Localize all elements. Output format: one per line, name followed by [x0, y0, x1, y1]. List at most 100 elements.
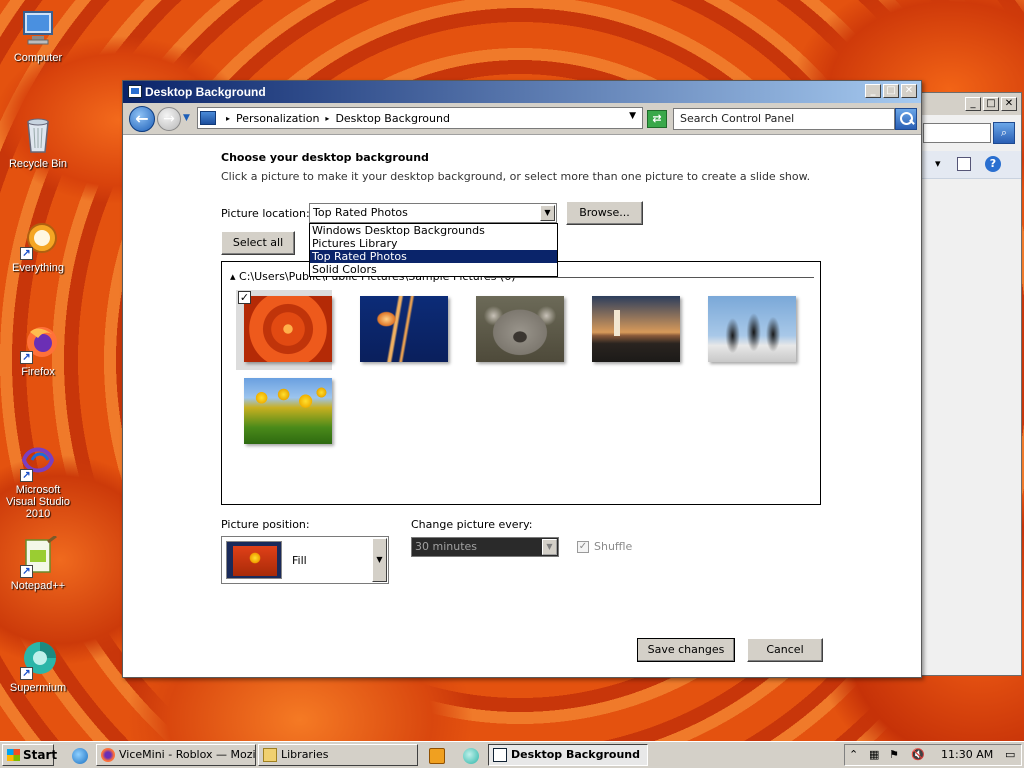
shuffle-label: Shuffle: [594, 540, 633, 553]
supermium-icon[interactable]: [463, 748, 479, 764]
thumbnail-tulips[interactable]: [236, 372, 332, 452]
control-panel-icon: [493, 748, 507, 762]
start-button[interactable]: Start: [2, 744, 58, 766]
chevron-down-icon[interactable]: ▼: [540, 205, 555, 221]
shortcut-arrow-icon: ↗: [20, 565, 33, 578]
recycle-bin-icon: [18, 114, 58, 154]
checkbox-checked-icon[interactable]: ✓: [238, 291, 251, 304]
system-tray: ⌃ ▦ ⚑ 🔇 11:30 AM ▭: [844, 744, 1022, 766]
preview-pane-icon[interactable]: [957, 157, 971, 171]
dropdown-option[interactable]: Windows Desktop Backgrounds: [310, 224, 557, 237]
background-window-titlebar[interactable]: _ □ ✕: [919, 93, 1021, 115]
breadcrumb-desktop-background[interactable]: Desktop Background: [335, 112, 450, 125]
network-icon[interactable]: ▦: [869, 748, 879, 761]
checkbox-checked-icon[interactable]: ✓: [577, 540, 589, 553]
background-search-input[interactable]: [923, 123, 991, 143]
browse-button[interactable]: Browse...: [566, 201, 643, 225]
thumbnail-chrysanthemum[interactable]: ✓: [236, 290, 332, 370]
minimize-button[interactable]: _: [865, 84, 881, 98]
chevron-down-icon[interactable]: ▼: [372, 538, 387, 582]
control-panel-icon: [128, 85, 142, 98]
background-window[interactable]: _ □ ✕ ⌕ ▾ ?: [918, 92, 1022, 676]
select-all-button[interactable]: Select all: [221, 231, 295, 255]
start-label: Start: [23, 748, 58, 762]
chevron-down-icon[interactable]: ▾: [935, 157, 941, 170]
breadcrumb[interactable]: ▸ Personalization ▸ Desktop Background ▼: [197, 107, 643, 129]
action-center-flag-icon[interactable]: ⚑: [889, 748, 899, 761]
group-divider: [484, 277, 814, 278]
picture-location-dropdown[interactable]: Windows Desktop Backgrounds Pictures Lib…: [309, 223, 558, 277]
taskbar-item-firefox[interactable]: ViceMini - Roblox — Mozil...: [96, 744, 256, 766]
save-changes-button[interactable]: Save changes: [637, 638, 735, 662]
thumbnail-image: [244, 378, 332, 444]
cancel-button[interactable]: Cancel: [747, 638, 823, 662]
close-button[interactable]: ✕: [901, 84, 917, 98]
taskbar-item-libraries[interactable]: Libraries: [258, 744, 418, 766]
forward-arrow-icon[interactable]: →: [157, 107, 181, 131]
maximize-button[interactable]: □: [983, 97, 999, 111]
desktop-icon-supermium[interactable]: ↗ Supermium: [4, 638, 72, 694]
search-input[interactable]: Search Control Panel: [673, 108, 895, 130]
history-dropdown-icon[interactable]: ▼: [183, 113, 193, 123]
thumbnail-jellyfish[interactable]: [352, 290, 448, 370]
thumbnail-penguins[interactable]: [700, 290, 796, 370]
thumbnail-image: [592, 296, 680, 362]
back-arrow-icon[interactable]: ←: [129, 106, 155, 132]
thumbnail-lighthouse[interactable]: [584, 290, 680, 370]
volume-muted-icon[interactable]: 🔇: [911, 748, 925, 761]
shuffle-checkbox[interactable]: ✓ Shuffle: [577, 540, 632, 553]
breadcrumb-separator-icon[interactable]: ▸: [325, 114, 329, 123]
desktop-icon-label: Recycle Bin: [8, 158, 68, 170]
picture-location-select[interactable]: Top Rated Photos ▼: [309, 203, 557, 223]
task-label: Libraries: [281, 748, 329, 761]
computer-icon: [18, 8, 58, 48]
minimize-button[interactable]: _: [965, 97, 981, 111]
thumbnail-image: [360, 296, 448, 362]
desktop-icon-visual-studio[interactable]: ↗ Microsoft Visual Studio 2010: [4, 440, 72, 520]
firefox-icon: [101, 748, 115, 762]
change-interval-value: 30 minutes: [415, 540, 478, 553]
task-label: Desktop Background: [511, 748, 641, 761]
dropdown-option-selected[interactable]: Top Rated Photos: [310, 250, 557, 263]
desktop-icon-firefox[interactable]: ↗ Firefox: [4, 322, 72, 378]
show-desktop-icon[interactable]: ▭: [1005, 748, 1015, 761]
change-interval-select[interactable]: 30 minutes ▼: [411, 537, 559, 557]
picture-location-value: Top Rated Photos: [313, 206, 408, 219]
search-icon[interactable]: ⌕: [993, 122, 1015, 144]
dropdown-option[interactable]: Solid Colors: [310, 263, 557, 276]
everything-icon: ↗: [18, 218, 58, 260]
chevron-down-icon[interactable]: ▼: [542, 539, 557, 555]
window-title: Desktop Background: [145, 85, 266, 99]
shortcut-arrow-icon: ↗: [20, 247, 33, 260]
supermium-icon: ↗: [18, 638, 58, 680]
collapse-triangle-icon[interactable]: ▴: [230, 270, 236, 283]
dropdown-option[interactable]: Pictures Library: [310, 237, 557, 250]
folder-icon: [263, 748, 277, 762]
desktop-icon-recycle-bin[interactable]: Recycle Bin: [4, 114, 72, 170]
close-button[interactable]: ✕: [1001, 97, 1017, 111]
desktop-icon-notepad-plus-plus[interactable]: ↗ Notepad++: [4, 534, 72, 592]
internet-explorer-icon[interactable]: [72, 748, 88, 764]
chevron-down-icon[interactable]: ▼: [629, 111, 636, 121]
main-content: Choose your desktop background Click a p…: [221, 151, 825, 584]
thumbnail-koala[interactable]: [468, 290, 564, 370]
shortcut-arrow-icon: ↗: [20, 351, 33, 364]
picture-position-select[interactable]: Fill ▼: [221, 536, 389, 584]
search-icon[interactable]: [895, 108, 917, 130]
window-titlebar[interactable]: Desktop Background _ □ ✕: [123, 81, 921, 103]
breadcrumb-separator-icon[interactable]: ▸: [226, 114, 230, 123]
visual-studio-icon: ↗: [18, 440, 58, 482]
media-player-icon[interactable]: [429, 748, 445, 764]
help-icon[interactable]: ?: [985, 156, 1001, 172]
show-hidden-icons-icon[interactable]: ⌃: [849, 748, 858, 761]
clock[interactable]: 11:30 AM: [941, 748, 993, 761]
change-interval-label: Change picture every:: [411, 518, 533, 531]
maximize-button[interactable]: □: [883, 84, 899, 98]
desktop-icon-everything[interactable]: ↗ Everything: [4, 218, 72, 274]
taskbar-item-desktop-background[interactable]: Desktop Background: [488, 744, 648, 766]
breadcrumb-personalization[interactable]: Personalization: [236, 112, 319, 125]
desktop-icon-label: Supermium: [9, 682, 67, 694]
refresh-icon[interactable]: ⇄: [647, 110, 667, 128]
desktop-icon-computer[interactable]: Computer: [4, 8, 72, 64]
taskbar: Start ViceMini - Roblox — Mozil... Libra…: [0, 741, 1024, 768]
